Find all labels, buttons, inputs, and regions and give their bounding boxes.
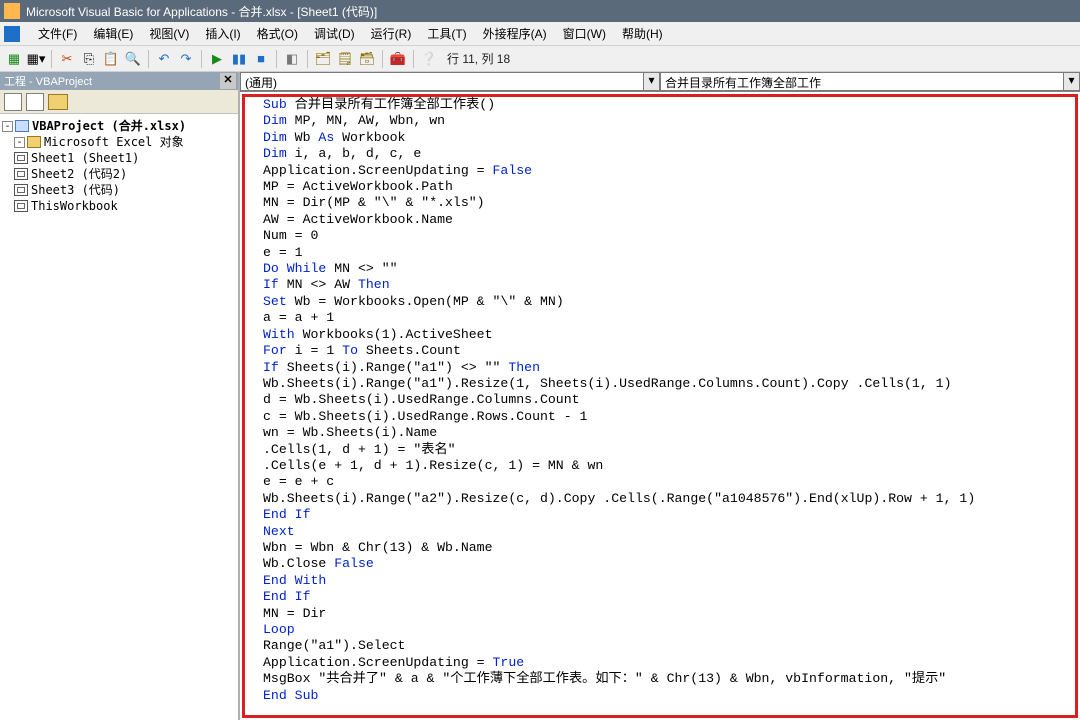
menu-file[interactable]: 文件(F) (30, 22, 85, 45)
redo-icon[interactable]: ↷ (176, 49, 196, 69)
window-title: Microsoft Visual Basic for Applications … (26, 3, 377, 20)
menu-debug[interactable]: 调试(D) (306, 22, 363, 45)
toolbar: ▦ ▦▾ ✂ ⎘ 📋 🔍 ↶ ↷ ▶ ▮▮ ■ ◧ 🗂 🗒 🗃 🧰 ❔ 行 11… (0, 46, 1080, 72)
cursor-position: 行 11, 列 18 (447, 50, 510, 67)
find-icon[interactable]: 🔍 (123, 49, 143, 69)
project-tree[interactable]: -VBAProject (合并.xlsx) -Microsoft Excel 对… (0, 114, 238, 720)
cut-icon[interactable]: ✂ (57, 49, 77, 69)
code-text[interactable]: Sub 合并目录所有工作簿全部工作表() Dim MP, MN, AW, Wbn… (245, 97, 1075, 708)
tree-project-root[interactable]: -VBAProject (合并.xlsx) (2, 118, 236, 134)
break-icon[interactable]: ▮▮ (229, 49, 249, 69)
object-browser-icon[interactable]: 🗃 (357, 49, 377, 69)
help-icon[interactable]: ❔ (419, 49, 439, 69)
view-code-icon[interactable] (4, 93, 22, 111)
tree-folder-excel-objects[interactable]: -Microsoft Excel 对象 (2, 134, 236, 150)
tree-sheet2[interactable]: Sheet2 (代码2) (2, 166, 236, 182)
menu-format[interactable]: 格式(O) (249, 22, 306, 45)
insert-dropdown-icon[interactable]: ▦▾ (26, 49, 46, 69)
project-explorer-title: 工程 - VBAProject ✕ (0, 72, 238, 90)
menu-help[interactable]: 帮助(H) (614, 22, 671, 45)
menu-view[interactable]: 视图(V) (141, 22, 197, 45)
view-object-icon[interactable] (26, 93, 44, 111)
tree-sheet3[interactable]: Sheet3 (代码) (2, 182, 236, 198)
code-editor[interactable]: Sub 合并目录所有工作簿全部工作表() Dim MP, MN, AW, Wbn… (242, 94, 1078, 718)
menu-bar: 文件(F) 编辑(E) 视图(V) 插入(I) 格式(O) 调试(D) 运行(R… (0, 22, 1080, 46)
menu-run[interactable]: 运行(R) (363, 22, 420, 45)
view-excel-icon[interactable]: ▦ (4, 49, 24, 69)
menu-window[interactable]: 窗口(W) (555, 22, 614, 45)
toggle-folders-icon[interactable] (48, 94, 68, 110)
copy-icon[interactable]: ⎘ (79, 49, 99, 69)
menu-addins[interactable]: 外接程序(A) (475, 22, 555, 45)
project-explorer-toolbar (0, 90, 238, 114)
code-pane: (通用) ▾ 合并目录所有工作簿全部工作 ▾ Sub 合并目录所有工作簿全部工作… (240, 72, 1080, 720)
menu-insert[interactable]: 插入(I) (197, 22, 248, 45)
run-icon[interactable]: ▶ (207, 49, 227, 69)
project-explorer-title-text: 工程 - VBAProject (4, 73, 92, 89)
project-explorer-icon[interactable]: 🗂 (313, 49, 333, 69)
tree-thisworkbook[interactable]: ThisWorkbook (2, 198, 236, 214)
procedure-dropdown-value: 合并目录所有工作簿全部工作 (665, 76, 821, 90)
title-bar: Microsoft Visual Basic for Applications … (0, 0, 1080, 22)
vba-icon (4, 26, 20, 42)
app-icon (4, 3, 20, 19)
undo-icon[interactable]: ↶ (154, 49, 174, 69)
menu-tools[interactable]: 工具(T) (419, 22, 474, 45)
chevron-down-icon[interactable]: ▾ (643, 73, 659, 90)
paste-icon[interactable]: 📋 (101, 49, 121, 69)
properties-icon[interactable]: 🗒 (335, 49, 355, 69)
project-explorer: 工程 - VBAProject ✕ -VBAProject (合并.xlsx) … (0, 72, 240, 720)
reset-icon[interactable]: ■ (251, 49, 271, 69)
tree-sheet1[interactable]: Sheet1 (Sheet1) (2, 150, 236, 166)
design-mode-icon[interactable]: ◧ (282, 49, 302, 69)
code-dropdowns: (通用) ▾ 合并目录所有工作簿全部工作 ▾ (240, 72, 1080, 92)
chevron-down-icon[interactable]: ▾ (1063, 73, 1079, 90)
close-icon[interactable]: ✕ (220, 73, 236, 89)
object-dropdown-value: (通用) (245, 76, 277, 90)
procedure-dropdown[interactable]: 合并目录所有工作簿全部工作 ▾ (660, 72, 1080, 91)
toolbox-icon[interactable]: 🧰 (388, 49, 408, 69)
object-dropdown[interactable]: (通用) ▾ (240, 72, 660, 91)
menu-edit[interactable]: 编辑(E) (85, 22, 141, 45)
